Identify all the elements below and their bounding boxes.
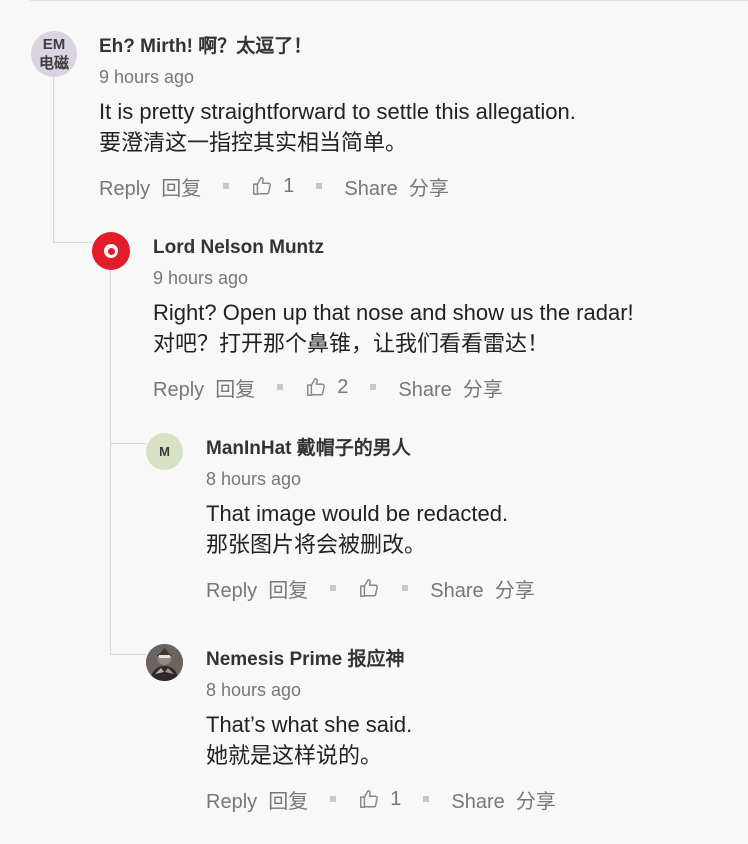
target-logo-icon [104, 244, 118, 258]
reply-button[interactable]: Reply 回复 [206, 785, 308, 814]
comment-text-en: That’s what she said. [206, 712, 413, 737]
comment-body: That image would be redacted. 那张图片将会被删改。 [206, 498, 535, 560]
comment-timestamp[interactable]: 8 hours ago [206, 467, 535, 491]
comment-body: That’s what she said. 她就是这样说的。 [206, 709, 556, 771]
reply-button[interactable]: Reply 回复 [153, 373, 255, 402]
comment-author[interactable]: Eh? Mirth! 啊？太逗了！ [99, 34, 576, 60]
action-separator [316, 183, 323, 189]
like-button[interactable]: 1 [358, 788, 401, 811]
share-button[interactable]: Share 分享 [344, 172, 448, 201]
comment: Nemesis Prime 报应神 8 hours ago That’s wha… [206, 647, 556, 814]
comment-body: It is pretty straightforward to settle t… [99, 96, 576, 158]
thumbs-up-icon [307, 378, 326, 396]
comment-text-cn: 对吧？打开那个鼻锥，让我们看看雷达！ [153, 331, 550, 356]
reply-button[interactable]: Reply 回复 [206, 574, 308, 603]
user-photo-avatar [146, 644, 183, 681]
action-separator [330, 585, 337, 591]
comment-author[interactable]: Lord Nelson Muntz [153, 235, 634, 261]
action-separator [423, 796, 430, 802]
comment: Eh? Mirth! 啊？太逗了！ 9 hours ago It is pret… [99, 34, 576, 201]
avatar-initials-cn: 电磁 [38, 55, 69, 72]
thumbs-up-icon [360, 579, 379, 597]
comment-text-cn: 她就是这样说的。 [206, 743, 383, 768]
comment-actions: Reply 回复 1 Share 分享 [99, 171, 576, 201]
comment-author[interactable]: Nemesis Prime 报应神 [206, 647, 556, 673]
comment-author[interactable]: ManInHat 戴帽子的男人 [206, 436, 535, 462]
like-button[interactable] [358, 577, 380, 599]
thumbs-up-icon [253, 177, 272, 195]
avatar-initials: EM [42, 36, 66, 53]
comment: ManInHat 戴帽子的男人 8 hours ago That image w… [206, 436, 535, 603]
comment-text-en: That image would be redacted. [206, 501, 509, 526]
action-separator [370, 384, 377, 390]
action-separator [223, 183, 230, 189]
thread-line [110, 443, 146, 444]
share-button[interactable]: Share 分享 [430, 574, 534, 603]
action-separator [402, 585, 409, 591]
thread-line [110, 654, 146, 655]
avatar[interactable] [146, 644, 183, 681]
comment-timestamp[interactable]: 8 hours ago [206, 678, 556, 702]
comment-timestamp[interactable]: 9 hours ago [99, 65, 576, 89]
comment-actions: Reply 回复 Share 分享 [206, 573, 535, 603]
comment-text-en: It is pretty straightforward to settle t… [99, 99, 576, 124]
action-separator [330, 796, 337, 802]
thread-line [53, 77, 54, 242]
share-button[interactable]: Share 分享 [398, 373, 502, 402]
avatar[interactable]: EM 电磁 [31, 31, 77, 77]
like-button[interactable]: 1 [251, 175, 294, 198]
comment-actions: Reply 回复 2 Share 分享 [153, 372, 634, 402]
comment-timestamp[interactable]: 9 hours ago [153, 266, 634, 290]
comment-text-en: Right? Open up that nose and show us the… [153, 300, 634, 325]
comment: Lord Nelson Muntz 9 hours ago Right? Ope… [153, 235, 634, 402]
thumbs-up-icon [360, 790, 379, 808]
like-count: 1 [283, 174, 295, 197]
share-button[interactable]: Share 分享 [451, 785, 555, 814]
like-count: 1 [390, 787, 402, 810]
top-divider [30, 0, 748, 1]
comment-text-cn: 那张图片将会被删改。 [206, 532, 427, 557]
comment-actions: Reply 回复 1 Share 分享 [206, 784, 556, 814]
thread-line [110, 270, 111, 654]
avatar[interactable] [92, 232, 130, 270]
comment-text-cn: 要澄清这一指控其实相当简单。 [99, 130, 408, 155]
thread-line [53, 242, 92, 243]
avatar[interactable]: M [146, 433, 183, 470]
comment-body: Right? Open up that nose and show us the… [153, 297, 634, 359]
avatar-initials: M [159, 444, 170, 459]
action-separator [277, 384, 284, 390]
reply-button[interactable]: Reply 回复 [99, 172, 201, 201]
like-button[interactable]: 2 [305, 376, 348, 399]
like-count: 2 [337, 375, 349, 398]
